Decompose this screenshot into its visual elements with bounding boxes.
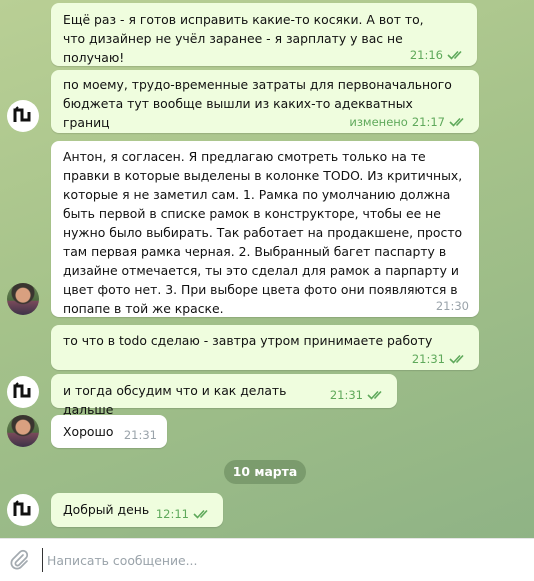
avatar[interactable] [7, 415, 39, 447]
message-time: 21:16 [409, 48, 443, 62]
message-time: 21:17 [411, 115, 445, 129]
message-time: 21:31 [329, 388, 363, 402]
double-check-icon [367, 390, 382, 400]
message-meta: 21:31 [330, 388, 387, 402]
message-time: 21:31 [411, 352, 445, 366]
double-check-icon [193, 509, 208, 519]
message-time: 12:11 [155, 507, 189, 521]
message-composer [0, 538, 534, 581]
company-logo-icon [13, 382, 31, 398]
avatar[interactable] [7, 376, 39, 408]
double-check-icon [447, 50, 462, 60]
message-time: 21:30 [435, 299, 469, 313]
message-bubble[interactable]: то что в todo сделаю - завтра утром прин… [51, 325, 479, 370]
message-bubble[interactable]: по моему, трудо-временные затраты для пе… [51, 70, 479, 133]
date-separator: 10 марта [224, 460, 306, 484]
message-meta: 21:30 [436, 299, 469, 313]
chat-history[interactable]: Ещё раз - я готов исправить какие-то кос… [0, 0, 534, 538]
message-bubble[interactable]: и тогда обсудим что и как делать дальше … [51, 374, 397, 417]
avatar[interactable] [7, 494, 39, 526]
message-text: и тогда обсудим что и как делать дальше [63, 383, 287, 417]
message-text: Ещё раз - я готов исправить какие-то кос… [63, 12, 424, 65]
message-input[interactable] [42, 548, 522, 572]
message-text: то что в todo сделаю - завтра утром прин… [63, 333, 433, 348]
message-bubble[interactable]: Ещё раз - я готов исправить какие-то кос… [51, 3, 477, 66]
message-bubble[interactable]: Хорошо 21:31 [51, 415, 167, 448]
attach-icon[interactable] [8, 549, 30, 571]
message-bubble[interactable]: Добрый день 12:11 [51, 493, 223, 527]
message-meta: 21:16 [410, 48, 467, 62]
edited-label: изменено [349, 115, 408, 129]
message-time: 21:31 [123, 428, 157, 442]
double-check-icon [449, 117, 464, 127]
message-meta: 21:31 [412, 352, 469, 366]
double-check-icon [449, 354, 464, 364]
company-logo-icon [13, 500, 31, 516]
message-meta: изменено 21:17 [349, 115, 469, 129]
company-logo-icon [13, 106, 31, 122]
avatar[interactable] [7, 283, 39, 315]
message-text: Антон, я согласен. Я предлагаю смотреть … [63, 149, 463, 316]
message-meta: 12:11 [156, 507, 213, 521]
message-meta: 21:31 [124, 428, 157, 442]
avatar[interactable] [7, 100, 39, 132]
message-bubble[interactable]: Антон, я согласен. Я предлагаю смотреть … [51, 141, 479, 317]
